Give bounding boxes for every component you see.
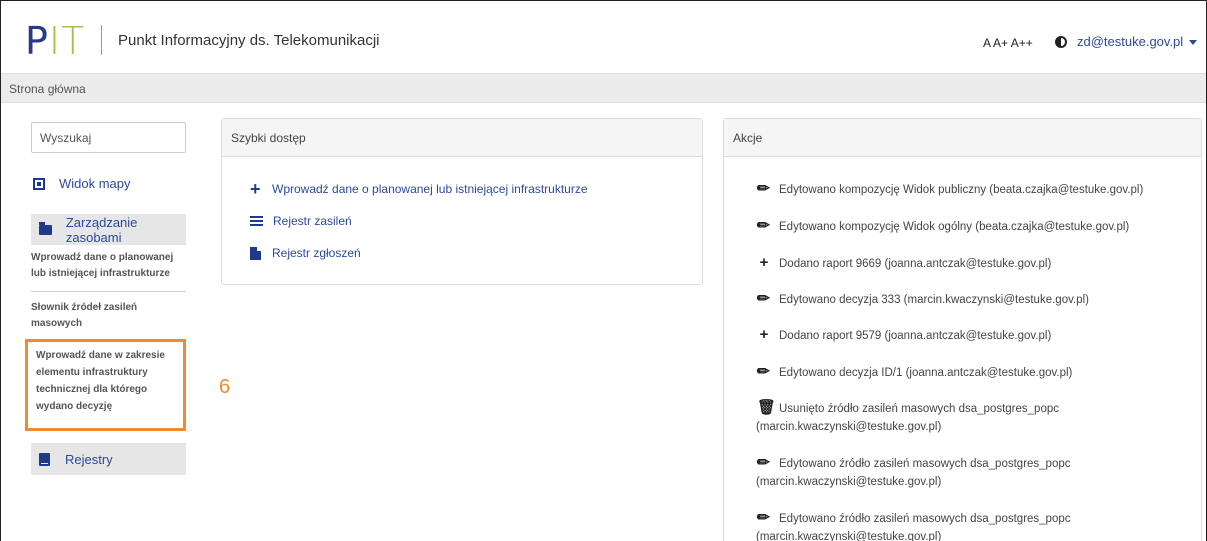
pencil-icon: ✎: [753, 452, 775, 474]
quick-access-title: Szybki dostęp: [222, 119, 702, 157]
action-item: ✎ Edytowano decyzja ID/1 (joanna.antczak…: [753, 361, 1177, 383]
pencil-icon: ✎: [753, 178, 775, 200]
action-text: Edytowano źródło zasileń masowych dsa_po…: [779, 513, 1071, 525]
action-text: Edytowano źródło zasileń masowych dsa_po…: [779, 458, 1071, 470]
quick-access-panel: Szybki dostęp + Wprowadź dane o planowan…: [221, 118, 703, 285]
map-icon: [33, 177, 45, 190]
quick-item-label: Wprowadź dane o planowanej lub istniejąc…: [272, 182, 588, 196]
action-item: ✎ Edytowano źródło zasileń masowych dsa_…: [753, 507, 1177, 541]
pencil-icon: ✎: [753, 361, 775, 383]
quick-item-report-register[interactable]: Rejestr zgłoszeń: [250, 246, 361, 260]
action-item: ✎ Edytowano kompozycję Widok ogólny (bea…: [753, 215, 1177, 237]
quick-item-label: Rejestr zasileń: [273, 214, 352, 228]
action-item: 🗑 Usunięto źródło zasileń masowych dsa_p…: [756, 399, 1177, 436]
plus-icon: +: [250, 179, 261, 199]
logo-p: P: [25, 19, 49, 63]
actions-panel: Akcje ✎ Edytowano kompozycję Widok publi…: [723, 118, 1202, 541]
actions-title: Akcje: [724, 119, 1201, 157]
user-email: zd@testuke.gov.pl: [1077, 34, 1184, 49]
action-item: + Dodano raport 9669 (joanna.antczak@tes…: [757, 255, 1177, 273]
action-text: Edytowano kompozycję Widok publiczny (be…: [779, 184, 1144, 196]
quick-item-power-register[interactable]: Rejestr zasileń: [250, 214, 352, 228]
action-text: Edytowano decyzja 333 (marcin.kwaczynski…: [779, 294, 1089, 306]
divider: [31, 291, 186, 292]
nav-registers-label: Rejestry: [65, 451, 113, 467]
pencil-icon: ✎: [753, 215, 775, 237]
top-bar: PIT Punkt Informacyjny ds. Telekomunikac…: [1, 1, 1206, 73]
logo-it: IT: [48, 19, 86, 63]
pencil-icon: ✎: [753, 288, 775, 310]
list-icon: [250, 215, 263, 227]
action-text-continued: (marcin.kwaczynski@testuke.gov.pl): [756, 421, 942, 433]
caret-down-icon: [1189, 40, 1198, 46]
action-item: ✎ Edytowano źródło zasileń masowych dsa_…: [753, 452, 1177, 491]
breadcrumb[interactable]: Strona główna: [9, 82, 86, 96]
action-text-continued: (marcin.kwaczynski@testuke.gov.pl): [756, 531, 942, 541]
logo-divider: [101, 25, 102, 55]
quick-item-enter-infrastructure[interactable]: + Wprowadź dane o planowanej lub istniej…: [250, 179, 588, 199]
breadcrumb-bar: Strona główna: [1, 73, 1206, 103]
action-text: Edytowano kompozycję Widok ogólny (beata…: [779, 221, 1130, 233]
action-text-continued: (marcin.kwaczynski@testuke.gov.pl): [756, 476, 942, 488]
user-menu[interactable]: zd@testuke.gov.pl: [1077, 34, 1198, 49]
app-title: Punkt Informacyjny ds. Telekomunikacji: [118, 32, 380, 49]
action-item: ✎ Edytowano decyzja 333 (marcin.kwaczyns…: [753, 288, 1177, 310]
action-text: Dodano raport 9579 (joanna.antczak@testu…: [779, 330, 1052, 342]
trash-icon: 🗑: [757, 399, 777, 416]
plus-icon: +: [759, 326, 769, 343]
action-text: Dodano raport 9669 (joanna.antczak@testu…: [779, 258, 1052, 270]
quick-item-label: Rejestr zgłoszeń: [272, 246, 361, 260]
action-item: + Dodano raport 9579 (joanna.antczak@tes…: [757, 327, 1177, 345]
contrast-icon[interactable]: [1055, 36, 1067, 48]
action-text: Usunięto źródło zasileń masowych dsa_pos…: [779, 403, 1059, 415]
nav-map-view[interactable]: Widok mapy: [33, 176, 131, 191]
font-size-switcher[interactable]: A A+ A++: [983, 36, 1033, 50]
app-frame: PIT Punkt Informacyjny ds. Telekomunikac…: [0, 0, 1207, 541]
action-text: Edytowano decyzja ID/1 (joanna.antczak@t…: [779, 367, 1073, 379]
nav-registers[interactable]: Rejestry: [31, 443, 186, 475]
nav-resource-management[interactable]: Zarządzanie zasobami: [31, 214, 186, 245]
sub-item-power-sources-dictionary[interactable]: Słownik źródeł zasileń masowych: [31, 300, 186, 332]
search-input[interactable]: [31, 122, 186, 153]
folder-icon: [39, 221, 52, 235]
annotation-number: 6: [219, 376, 231, 398]
document-icon: [250, 246, 261, 260]
plus-icon: +: [759, 254, 769, 271]
book-icon: [39, 452, 50, 466]
pencil-icon: ✎: [753, 507, 775, 529]
nav-resource-management-label: Zarządzanie zasobami: [65, 214, 138, 245]
nav-map-view-label: Widok mapy: [59, 176, 131, 191]
sub-item-enter-decision-element[interactable]: Wprowadź dane w zakresie elementu infras…: [36, 347, 186, 415]
sub-item-enter-infrastructure[interactable]: Wprowadź dane o planowanej lub istniejąc…: [31, 250, 186, 282]
action-item: ✎ Edytowano kompozycję Widok publiczny (…: [753, 178, 1177, 200]
pit-logo[interactable]: PIT: [25, 21, 85, 61]
